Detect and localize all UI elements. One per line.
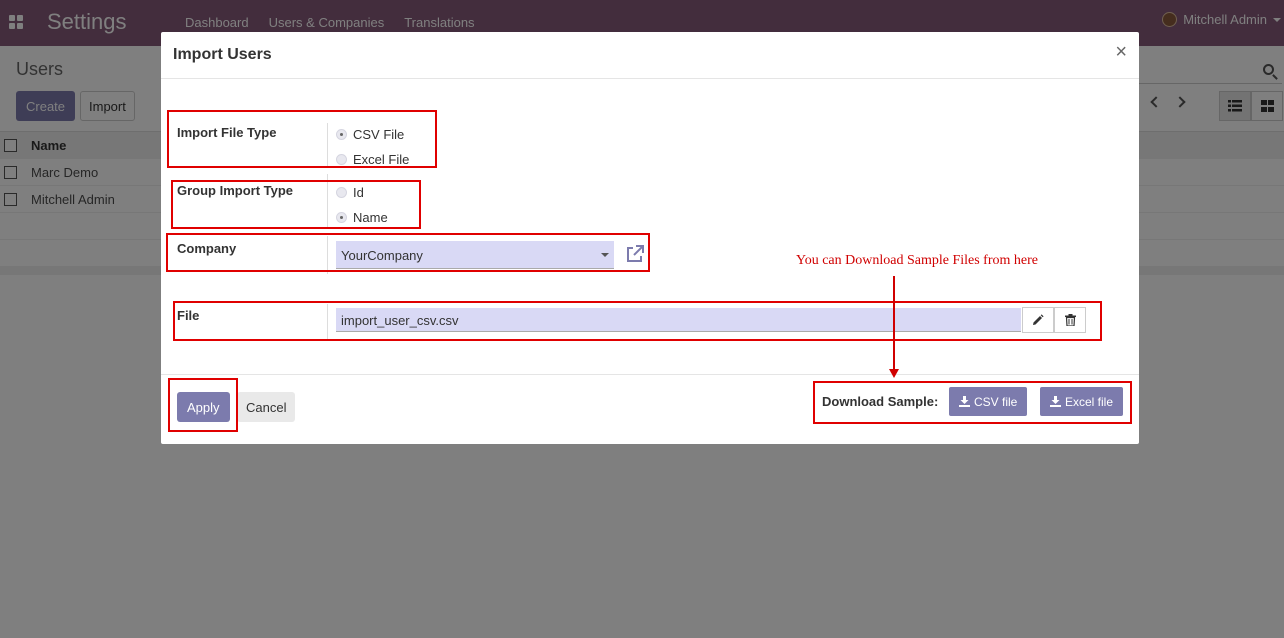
annotation-box-company (166, 233, 650, 272)
annotation-box-apply (168, 378, 238, 432)
annotation-box-file (173, 301, 1102, 341)
annotation-box-download (813, 381, 1132, 424)
close-icon[interactable]: × (1115, 41, 1127, 64)
annotation-box-group-import-type (171, 180, 421, 229)
modal-title: Import Users (173, 46, 272, 63)
cancel-button[interactable]: Cancel (237, 392, 296, 422)
annotation-note: You can Download Sample Files from here (796, 253, 1038, 268)
arrow-down-icon (889, 369, 899, 378)
modal-header: Import Users × (161, 32, 1139, 79)
annotation-arrow-line (893, 276, 895, 370)
annotation-box-import-file-type (167, 110, 437, 168)
